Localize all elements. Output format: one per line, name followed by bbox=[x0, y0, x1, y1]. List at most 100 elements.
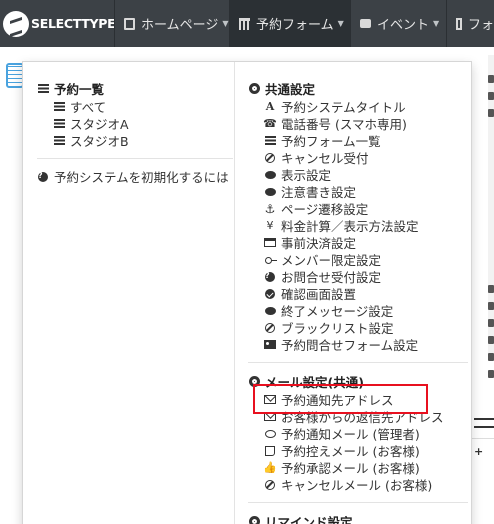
reservation-list-column: 予約一覧 すべて スタジオA スタジオB ? 予約システムを初期化するには bbox=[37, 79, 233, 185]
id-card-icon bbox=[264, 340, 276, 349]
initialize-reservation-system-label: 予約システムを初期化するには bbox=[54, 170, 229, 185]
menu-item-cancel-acceptance[interactable]: キャンセル受付 bbox=[264, 149, 468, 166]
check-circle-icon bbox=[265, 288, 275, 299]
background-marker-icon bbox=[488, 109, 494, 117]
selecttype-logo-icon bbox=[3, 10, 29, 37]
menu-item-inquiry-form[interactable]: 予約問合せフォーム設定 bbox=[264, 336, 468, 353]
ban-icon bbox=[265, 479, 275, 490]
menu-item-admin-notification-mail[interactable]: 予約通知メール (管理者) bbox=[264, 425, 468, 442]
menu-item-phone-number[interactable]: ☎ 電話番号 (スマホ専用) bbox=[263, 115, 468, 132]
document-icon bbox=[124, 17, 135, 30]
comment-icon bbox=[264, 170, 276, 179]
list-icon bbox=[37, 84, 49, 93]
nav-form-label: フォ bbox=[467, 18, 494, 33]
list-icon bbox=[53, 119, 65, 128]
menu-item-cancel-mail[interactable]: キャンセルメール (お客様) bbox=[264, 476, 468, 493]
menu-item-form-list[interactable]: 予約フォーム一覧 bbox=[264, 132, 468, 149]
list-icon bbox=[53, 136, 65, 145]
ban-icon bbox=[265, 152, 275, 163]
nav-reservation-form[interactable]: 予約フォーム ▼ bbox=[229, 0, 350, 47]
reservation-list-header-label: 予約一覧 bbox=[54, 82, 105, 97]
background-marker-icon bbox=[488, 92, 494, 100]
menu-item-display-settings[interactable]: 表示設定 bbox=[264, 166, 468, 183]
font-icon: A bbox=[265, 100, 275, 113]
common-settings-header: 共通設定 bbox=[248, 79, 468, 98]
thumbs-up-icon: 👍 bbox=[263, 461, 277, 474]
reservation-list-studio-b-label: スタジオB bbox=[70, 134, 129, 149]
background-list-icon bbox=[474, 418, 494, 428]
brand-name: SELECTTYPE bbox=[31, 16, 116, 31]
background-marker-icon bbox=[488, 370, 494, 378]
reservation-list-header: 予約一覧 bbox=[37, 79, 233, 98]
list-icon bbox=[264, 136, 276, 145]
highlight-box bbox=[253, 384, 428, 414]
nav-homepage[interactable]: ホームページ ▼ bbox=[114, 0, 229, 47]
menu-item-inquiry-settings[interactable]: ? お問合せ受付設定 bbox=[264, 268, 468, 285]
background-marker-icon bbox=[488, 285, 494, 293]
background-plus-icon: + bbox=[474, 445, 484, 458]
nav-event-label: イベント bbox=[377, 18, 430, 33]
settings-column: 共通設定 A 予約システムタイトル ☎ 電話番号 (スマホ専用) 予約フォーム一覧 … bbox=[248, 79, 468, 524]
common-settings-list: A 予約システムタイトル ☎ 電話番号 (スマホ専用) 予約フォーム一覧 キャンセル… bbox=[248, 98, 468, 353]
background-marker-icon bbox=[488, 75, 494, 83]
caret-down-icon: ▼ bbox=[337, 19, 344, 28]
divider bbox=[248, 362, 468, 363]
initialize-reservation-system-link[interactable]: ? 予約システムを初期化するには bbox=[37, 168, 233, 185]
yen-icon: ¥ bbox=[266, 219, 274, 232]
background-divider bbox=[472, 438, 494, 439]
remind-settings-header: リマインド設定 bbox=[248, 512, 468, 524]
menu-item-end-message[interactable]: 終了メッセージ設定 bbox=[264, 302, 468, 319]
menu-item-notes-settings[interactable]: 注意書き設定 bbox=[264, 183, 468, 200]
menu-item-customer-copy-mail[interactable]: 予約控えメール (お客様) bbox=[264, 442, 468, 459]
menu-item-price-calculation[interactable]: ¥ 料金計算／表示方法設定 bbox=[264, 217, 468, 234]
menu-item-page-transition[interactable]: ⚓ ページ遷移設定 bbox=[264, 200, 468, 217]
gear-icon bbox=[248, 516, 260, 524]
background-marker-icon bbox=[488, 353, 494, 361]
brand-logo-link[interactable]: SELECTTYPE bbox=[0, 0, 116, 47]
top-navbar: SELECTTYPE ホームページ ▼ 予約フォーム ▼ イベント ▼ フォ bbox=[0, 0, 494, 47]
menu-item-member-only[interactable]: メンバー限定設定 bbox=[264, 251, 468, 268]
divider bbox=[248, 502, 468, 503]
nav-form[interactable]: フォ bbox=[446, 0, 494, 47]
menu-item-blacklist[interactable]: ブラックリスト設定 bbox=[264, 319, 468, 336]
question-icon: ? bbox=[38, 171, 48, 182]
form-icon bbox=[456, 17, 462, 30]
common-settings-header-label: 共通設定 bbox=[265, 82, 316, 97]
caret-down-icon: ▼ bbox=[433, 19, 440, 28]
menu-item-confirmation-screen[interactable]: 確認画面設置 bbox=[264, 285, 468, 302]
background-marker-icon bbox=[488, 336, 494, 344]
background-side-panel bbox=[488, 55, 494, 355]
background-marker-icon bbox=[488, 302, 494, 310]
menu-item-label: キャンセルメール (お客様) bbox=[281, 478, 433, 493]
list-icon bbox=[53, 102, 65, 111]
nav-homepage-label: ホームページ bbox=[141, 18, 219, 33]
reservation-list-all[interactable]: すべて bbox=[37, 98, 233, 115]
reservation-form-dropdown: 予約一覧 すべて スタジオA スタジオB ? 予約システムを初期化するには 共通… bbox=[22, 61, 472, 524]
phone-icon: ☎ bbox=[263, 117, 277, 130]
anchor-icon: ⚓ bbox=[264, 201, 276, 216]
calendar-icon bbox=[239, 17, 250, 30]
column-divider bbox=[234, 62, 235, 524]
question-icon: ? bbox=[265, 271, 275, 282]
ban-icon bbox=[265, 322, 275, 333]
caret-down-icon: ▼ bbox=[222, 19, 229, 28]
gear-icon bbox=[248, 83, 260, 94]
menu-item-approval-mail[interactable]: 👍 予約承認メール (お客様) bbox=[263, 459, 468, 476]
comment-icon bbox=[264, 187, 276, 196]
menu-item-system-title[interactable]: A 予約システムタイトル bbox=[264, 98, 468, 115]
chat-icon bbox=[360, 19, 371, 28]
comment-icon bbox=[264, 306, 276, 315]
menu-item-label: 予約問合せフォーム設定 bbox=[281, 338, 419, 353]
background-marker-icon bbox=[488, 319, 494, 327]
key-icon bbox=[264, 256, 277, 264]
credit-card-icon bbox=[264, 238, 276, 247]
remind-settings-header-label: リマインド設定 bbox=[265, 515, 353, 524]
nav-event[interactable]: イベント ▼ bbox=[350, 0, 446, 47]
sticky-note-icon bbox=[265, 445, 275, 456]
reservation-list-studio-b[interactable]: スタジオB bbox=[37, 132, 233, 149]
comment-outline-icon bbox=[264, 429, 276, 438]
menu-item-prepayment[interactable]: 事前決済設定 bbox=[264, 234, 468, 251]
divider bbox=[37, 158, 233, 159]
nav-reservation-form-label: 予約フォーム bbox=[256, 18, 334, 33]
reservation-list-studio-a[interactable]: スタジオA bbox=[37, 115, 233, 132]
